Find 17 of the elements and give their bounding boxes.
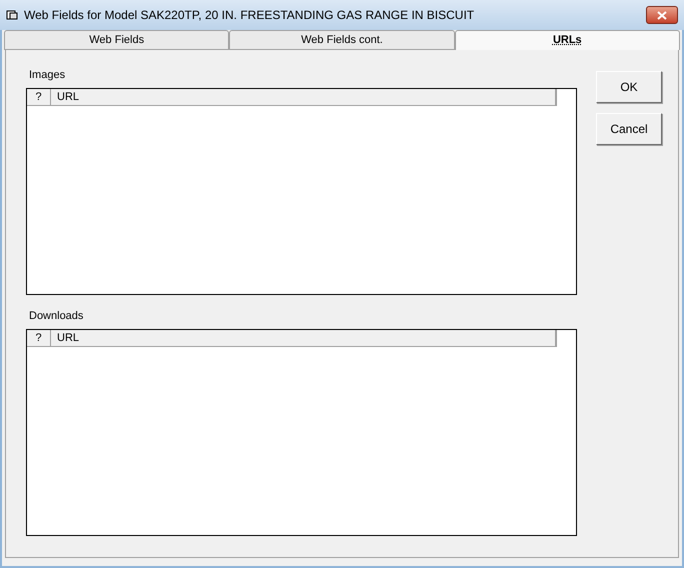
dialog-button[interactable]: OK <box>596 71 662 103</box>
close-button[interactable] <box>646 6 678 24</box>
window-icon <box>6 9 18 21</box>
section-label: Images <box>29 70 66 82</box>
url-grid[interactable]: ? URL <box>26 329 577 536</box>
close-icon <box>657 10 667 20</box>
dialog-button[interactable]: Cancel <box>596 113 662 145</box>
window-title: Web Fields for Model SAK220TP, 20 IN. FREESTANDING GAS RANGE IN BISCUIT <box>24 7 476 24</box>
column-header[interactable]: ? <box>27 89 51 105</box>
column-header[interactable]: ? <box>27 330 51 346</box>
tab[interactable]: Web Fields cont. <box>229 30 455 50</box>
tab[interactable]: Web Fields <box>4 30 230 50</box>
column-header[interactable]: URL <box>51 89 556 105</box>
section-label: Downloads <box>29 311 84 323</box>
column-header[interactable]: URL <box>51 330 556 346</box>
url-grid[interactable]: ? URL <box>26 88 577 295</box>
tab[interactable]: URLs <box>454 30 680 50</box>
